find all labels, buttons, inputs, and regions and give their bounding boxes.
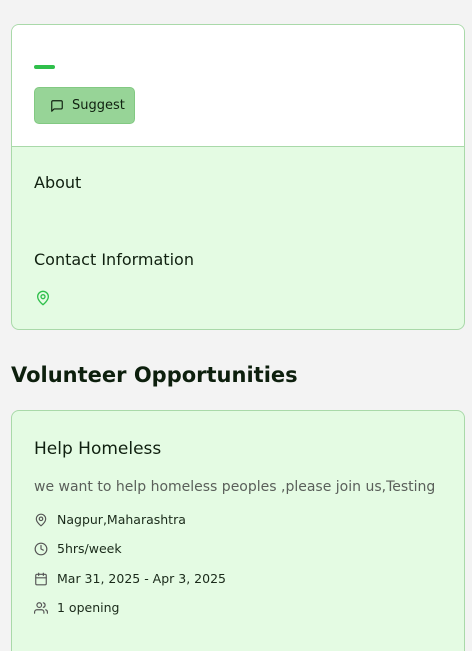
dates-text: Mar 31, 2025 - Apr 3, 2025: [57, 571, 226, 586]
opportunity-card[interactable]: Help Homeless we want to help homeless p…: [11, 410, 465, 651]
about-title: About: [34, 173, 82, 192]
contact-information-title: Contact Information: [34, 250, 194, 269]
map-pin-icon: [34, 513, 48, 527]
calendar-icon: [34, 572, 48, 586]
users-icon: [34, 601, 48, 615]
opportunity-dates: Mar 31, 2025 - Apr 3, 2025: [34, 571, 226, 586]
message-square-icon: [50, 99, 72, 113]
organization-header: Suggest: [12, 25, 464, 147]
location-text: Nagpur,Maharashtra: [57, 512, 186, 527]
openings-text: 1 opening: [57, 600, 120, 615]
suggest-button[interactable]: Suggest: [34, 87, 135, 124]
map-pin-icon: [35, 289, 51, 311]
clock-icon: [34, 542, 48, 556]
organization-card: Suggest About Contact Information: [11, 24, 465, 330]
volunteer-opportunities-heading: Volunteer Opportunities: [11, 363, 298, 387]
opportunity-title: Help Homeless: [34, 439, 162, 459]
opportunity-location: Nagpur,Maharashtra: [34, 512, 186, 527]
opportunity-commitment: 5hrs/week: [34, 541, 122, 556]
suggest-button-label: Suggest: [72, 98, 125, 113]
accent-bar: [34, 65, 55, 69]
opportunity-openings: 1 opening: [34, 600, 119, 615]
opportunity-description: we want to help homeless peoples ,please…: [34, 479, 436, 495]
commitment-text: 5hrs/week: [57, 541, 122, 556]
